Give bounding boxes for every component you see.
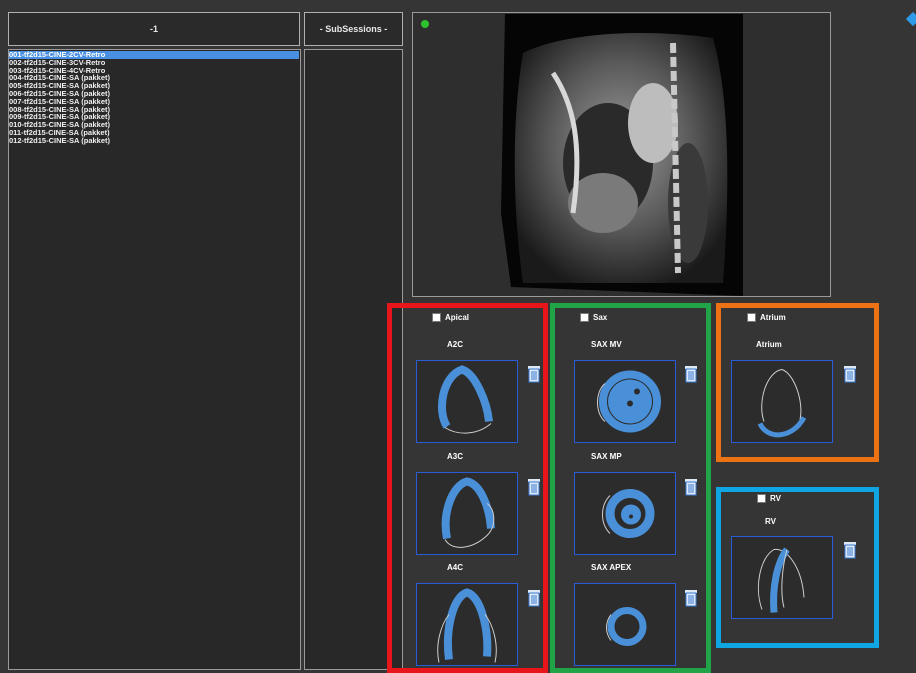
trash-icon[interactable]	[527, 365, 541, 383]
trash-icon[interactable]	[684, 478, 698, 496]
rv-checkbox[interactable]	[757, 494, 766, 503]
subsessions-header: - SubSessions -	[304, 12, 403, 46]
rv-toggle[interactable]: RV	[757, 494, 781, 503]
thumb-a2c[interactable]	[416, 360, 518, 443]
trash-icon[interactable]	[843, 541, 857, 559]
sax-toggle[interactable]: Sax	[580, 313, 607, 322]
thumb-a4c[interactable]	[416, 583, 518, 666]
thumb-rv[interactable]	[731, 536, 833, 619]
apical-checkbox[interactable]	[432, 313, 441, 322]
series-header-label: -1	[149, 24, 158, 34]
atrium-label: Atrium	[760, 313, 786, 322]
view-label-a3c: A3C	[447, 452, 464, 461]
view-label-sax-mp: SAX MP	[591, 452, 622, 461]
apical-toggle[interactable]: Apical	[432, 313, 469, 322]
sax-checkbox[interactable]	[580, 313, 589, 322]
trash-icon[interactable]	[527, 589, 541, 607]
trash-icon[interactable]	[684, 365, 698, 383]
series-item[interactable]: 012-tf2d15-CINE-SA (pakket)	[9, 136, 299, 145]
view-label-sax-apex: SAX APEX	[591, 563, 632, 572]
mri-image	[501, 14, 743, 296]
apical-label: Apical	[445, 313, 470, 322]
atrium-toggle[interactable]: Atrium	[747, 313, 786, 322]
view-label-sax-mv: SAX MV	[591, 340, 622, 349]
thumb-a3c[interactable]	[416, 472, 518, 555]
trash-icon[interactable]	[527, 478, 541, 496]
series-header: -1	[8, 12, 300, 46]
thumb-sax-mv[interactable]	[574, 360, 676, 443]
sax-label: Sax	[593, 313, 608, 322]
view-label-atrium: Atrium	[756, 340, 782, 349]
rv-label: RV	[770, 494, 781, 503]
thumb-atrium[interactable]	[731, 360, 833, 443]
atrium-checkbox[interactable]	[747, 313, 756, 322]
view-label-a2c: A2C	[447, 340, 464, 349]
image-viewer[interactable]	[412, 12, 831, 297]
view-label-rv: RV	[765, 517, 776, 526]
trash-icon[interactable]	[843, 365, 857, 383]
green-dot-icon	[421, 20, 429, 28]
series-list: 001-tf2d15-CINE-2CV-Retro 002-tf2d15-CIN…	[9, 51, 299, 145]
thumb-sax-apex[interactable]	[574, 583, 676, 666]
subsessions-header-label: - SubSessions -	[319, 24, 388, 34]
trash-icon[interactable]	[684, 589, 698, 607]
thumb-sax-mp[interactable]	[574, 472, 676, 555]
blue-diamond-icon	[905, 11, 916, 27]
view-label-a4c: A4C	[447, 563, 464, 572]
